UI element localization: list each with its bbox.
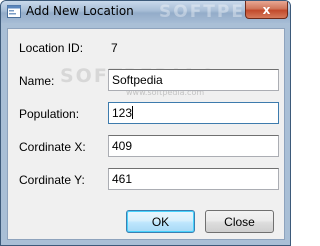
coordinate-x-field[interactable]: 409 xyxy=(108,135,279,157)
close-button-label: Close xyxy=(224,214,255,229)
location-id-value: 7 xyxy=(111,41,118,55)
coordinate-x-label: Cordinate X: xyxy=(19,140,86,154)
window-title: Add New Location xyxy=(26,4,134,18)
dialog-window: Add New Location SOFTPEDIA x SOFTPEDIA® … xyxy=(0,0,291,246)
population-value: 123 xyxy=(112,106,133,120)
window-close-button[interactable]: x xyxy=(245,1,288,19)
text-caret xyxy=(132,106,134,119)
dialog-body: SOFTPEDIA® www.softpedia.com Location ID… xyxy=(7,28,285,240)
name-value: Softpedia xyxy=(112,73,163,87)
ok-button-label: OK xyxy=(151,214,170,229)
form-window-icon xyxy=(7,5,21,18)
population-field[interactable]: 123 xyxy=(108,102,279,124)
coordinate-x-value: 409 xyxy=(112,139,133,153)
location-id-label: Location ID: xyxy=(19,41,84,55)
ok-button[interactable]: OK xyxy=(126,210,195,233)
title-bar[interactable]: Add New Location SOFTPEDIA x xyxy=(1,1,290,23)
close-button[interactable]: Close xyxy=(205,210,274,233)
location-id-field: 7 xyxy=(108,37,279,59)
coordinate-y-label: Cordinate Y: xyxy=(19,173,85,187)
coordinate-y-value: 461 xyxy=(112,172,133,186)
name-label: Name: xyxy=(19,74,55,88)
coordinate-y-field[interactable]: 461 xyxy=(108,168,279,190)
close-icon: x xyxy=(262,2,271,17)
name-field[interactable]: Softpedia xyxy=(108,69,279,91)
population-label: Population: xyxy=(19,107,80,121)
